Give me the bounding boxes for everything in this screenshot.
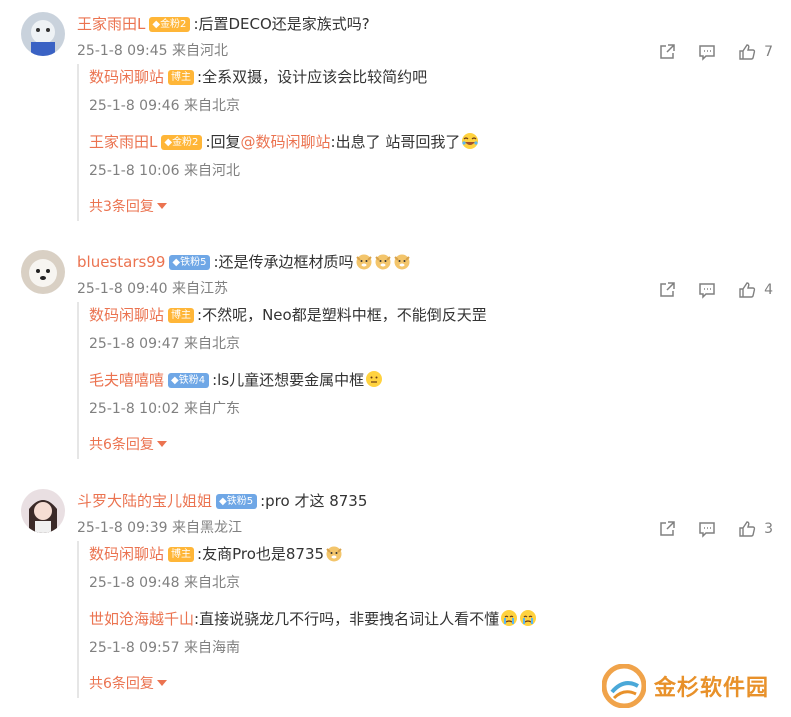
reply-list: 数码闲聊站 博主:全系双摄，设计应该会比较简约吧 25-1-8 09:46 来自北… — [77, 64, 769, 221]
comment-icon — [699, 283, 715, 299]
comment-body: :pro 才这 8735 — [260, 492, 368, 510]
crying-emoji-icon — [501, 610, 518, 626]
reply-list: 数码闲聊站 博主:不然呢，Neo都是塑料中框，不能倒反天罡 25-1-8 09:4… — [77, 302, 769, 459]
like-button[interactable]: 7 — [738, 43, 773, 61]
fan-badge[interactable]: ◆金粉2 — [161, 135, 203, 150]
doge-emoji-icon — [326, 546, 342, 562]
username[interactable]: 数码闲聊站 — [89, 68, 164, 86]
host-badge: 博主 — [168, 308, 195, 323]
like-count: 4 — [764, 282, 773, 298]
username[interactable]: 王家雨田L — [89, 133, 157, 151]
reply-button[interactable] — [698, 520, 716, 538]
mention-link[interactable]: @数码闲聊站 — [241, 133, 331, 151]
like-count: 7 — [764, 44, 773, 60]
comment-1: 王家雨田L ◆金粉2:后置DECO还是家族式吗? 25-1-8 09:45 来自河… — [0, 0, 791, 240]
fan-badge[interactable]: ◆金粉2 — [149, 17, 191, 32]
share-icon — [660, 44, 675, 59]
thumbs-up-icon — [739, 282, 756, 298]
reply-item: 数码闲聊站 博主:不然呢，Neo都是塑料中框，不能倒反天罡 25-1-8 09:4… — [89, 302, 769, 367]
share-icon — [660, 282, 675, 297]
like-button[interactable]: 3 — [738, 520, 773, 538]
share-icon — [660, 521, 675, 536]
reply-body: :出息了 站哥回我了 — [330, 133, 461, 151]
reply-prefix: :回复 — [205, 133, 241, 151]
reply-body: :直接说骁龙几不行吗，非要拽名词让人看不懂 — [194, 610, 500, 628]
comment-meta: 25-1-8 09:40 来自江苏 — [77, 281, 228, 297]
reply-body: :全系双摄，设计应该会比较简约吧 — [197, 68, 428, 86]
reply-item: 王家雨田L ◆金粉2:回复@数码闲聊站:出息了 站哥回我了 25-1-8 10:0… — [89, 129, 769, 194]
comment-text: bluestars99 ◆铁粉5:还是传承边框材质吗 — [77, 251, 411, 273]
caret-down-icon — [156, 203, 167, 209]
username[interactable]: 数码闲聊站 — [89, 545, 164, 563]
fan-badge[interactable]: ◆铁粉4 — [168, 373, 210, 388]
more-replies-link[interactable]: 共6条回复 — [89, 432, 769, 459]
caret-down-icon — [156, 441, 167, 447]
username[interactable]: 斗罗大陆的宝儿姐姐 — [77, 492, 212, 510]
avatar[interactable] — [21, 250, 65, 294]
reply-item: 数码闲聊站 博主:全系双摄，设计应该会比较简约吧 25-1-8 09:46 来自北… — [89, 64, 769, 129]
reply-body: :不然呢，Neo都是塑料中框，不能倒反天罡 — [197, 306, 487, 324]
reply-item: 毛夫嘻嘻嘻 ◆铁粉4:ls儿童还想要金属中框 25-1-8 10:02 来自广东 — [89, 367, 769, 432]
thinking-emoji-icon — [366, 371, 383, 387]
reply-body: :ls儿童还想要金属中框 — [212, 371, 365, 389]
like-count: 3 — [764, 521, 773, 537]
host-badge: 博主 — [168, 70, 195, 85]
watermark-text: 金杉软件园 — [654, 676, 770, 701]
username[interactable]: bluestars99 — [77, 253, 165, 271]
doge-emoji-icon — [393, 254, 410, 270]
share-button[interactable] — [658, 520, 676, 538]
comment-2: bluestars99 ◆铁粉5:还是传承边框材质吗 25-1-8 09:40 来… — [0, 238, 791, 478]
reply-button[interactable] — [698, 43, 716, 61]
fan-badge[interactable]: ◆铁粉5 — [169, 255, 211, 270]
reply-meta: 25-1-8 10:02 来自广东 — [89, 401, 240, 417]
reply-button[interactable] — [698, 281, 716, 299]
reply-meta: 25-1-8 09:48 来自北京 — [89, 575, 240, 591]
reply-item: 世如沧海越千山:直接说骁龙几不行吗，非要拽名词让人看不懂 25-1-8 09:5… — [89, 606, 769, 671]
reply-meta: 25-1-8 09:47 来自北京 — [89, 336, 240, 352]
comment-text: 王家雨田L ◆金粉2:后置DECO还是家族式吗? — [77, 13, 370, 35]
doge-emoji-icon — [374, 254, 391, 270]
avatar[interactable] — [21, 12, 65, 56]
username[interactable]: 毛夫嘻嘻嘻 — [89, 371, 164, 389]
username[interactable]: 数码闲聊站 — [89, 306, 164, 324]
watermark-logo-icon — [602, 664, 646, 708]
comment-text: 斗罗大陆的宝儿姐姐 ◆铁粉5:pro 才这 8735 — [77, 490, 367, 512]
comment-icon — [699, 45, 715, 61]
fan-badge[interactable]: ◆铁粉5 — [216, 494, 258, 509]
username[interactable]: 王家雨田L — [77, 15, 145, 33]
thumbs-up-icon — [739, 521, 756, 537]
reply-item: 数码闲聊站 博主:友商Pro也是8735 25-1-8 09:48 来自北京 — [89, 541, 769, 606]
comment-meta: 25-1-8 09:39 来自黑龙江 — [77, 520, 242, 536]
reply-meta: 25-1-8 09:46 来自北京 — [89, 98, 240, 114]
like-button[interactable]: 4 — [738, 281, 773, 299]
more-replies-link[interactable]: 共3条回复 — [89, 194, 769, 221]
comment-meta: 25-1-8 09:45 来自河北 — [77, 43, 228, 59]
crying-emoji-icon — [520, 610, 537, 626]
comment-actions: 3 — [636, 519, 773, 539]
comment-body: :还是传承边框材质吗 — [213, 253, 354, 271]
comment-icon — [699, 522, 715, 538]
reply-meta: 25-1-8 09:57 来自海南 — [89, 640, 240, 656]
thumbs-up-icon — [739, 44, 756, 60]
caret-down-icon — [156, 680, 167, 686]
comment-actions: 4 — [636, 280, 773, 300]
laugh-cry-emoji-icon — [462, 133, 479, 149]
avatar[interactable] — [21, 489, 65, 533]
share-button[interactable] — [658, 281, 676, 299]
comment-actions: 7 — [636, 42, 773, 62]
comment-body: :后置DECO还是家族式吗? — [193, 15, 370, 33]
share-button[interactable] — [658, 43, 676, 61]
username[interactable]: 世如沧海越千山 — [89, 610, 194, 628]
doge-emoji-icon — [355, 254, 372, 270]
reply-body: :友商Pro也是8735 — [197, 545, 325, 563]
reply-meta: 25-1-8 10:06 来自河北 — [89, 163, 240, 179]
host-badge: 博主 — [168, 547, 195, 562]
watermark: 金杉软件园 — [602, 664, 769, 708]
